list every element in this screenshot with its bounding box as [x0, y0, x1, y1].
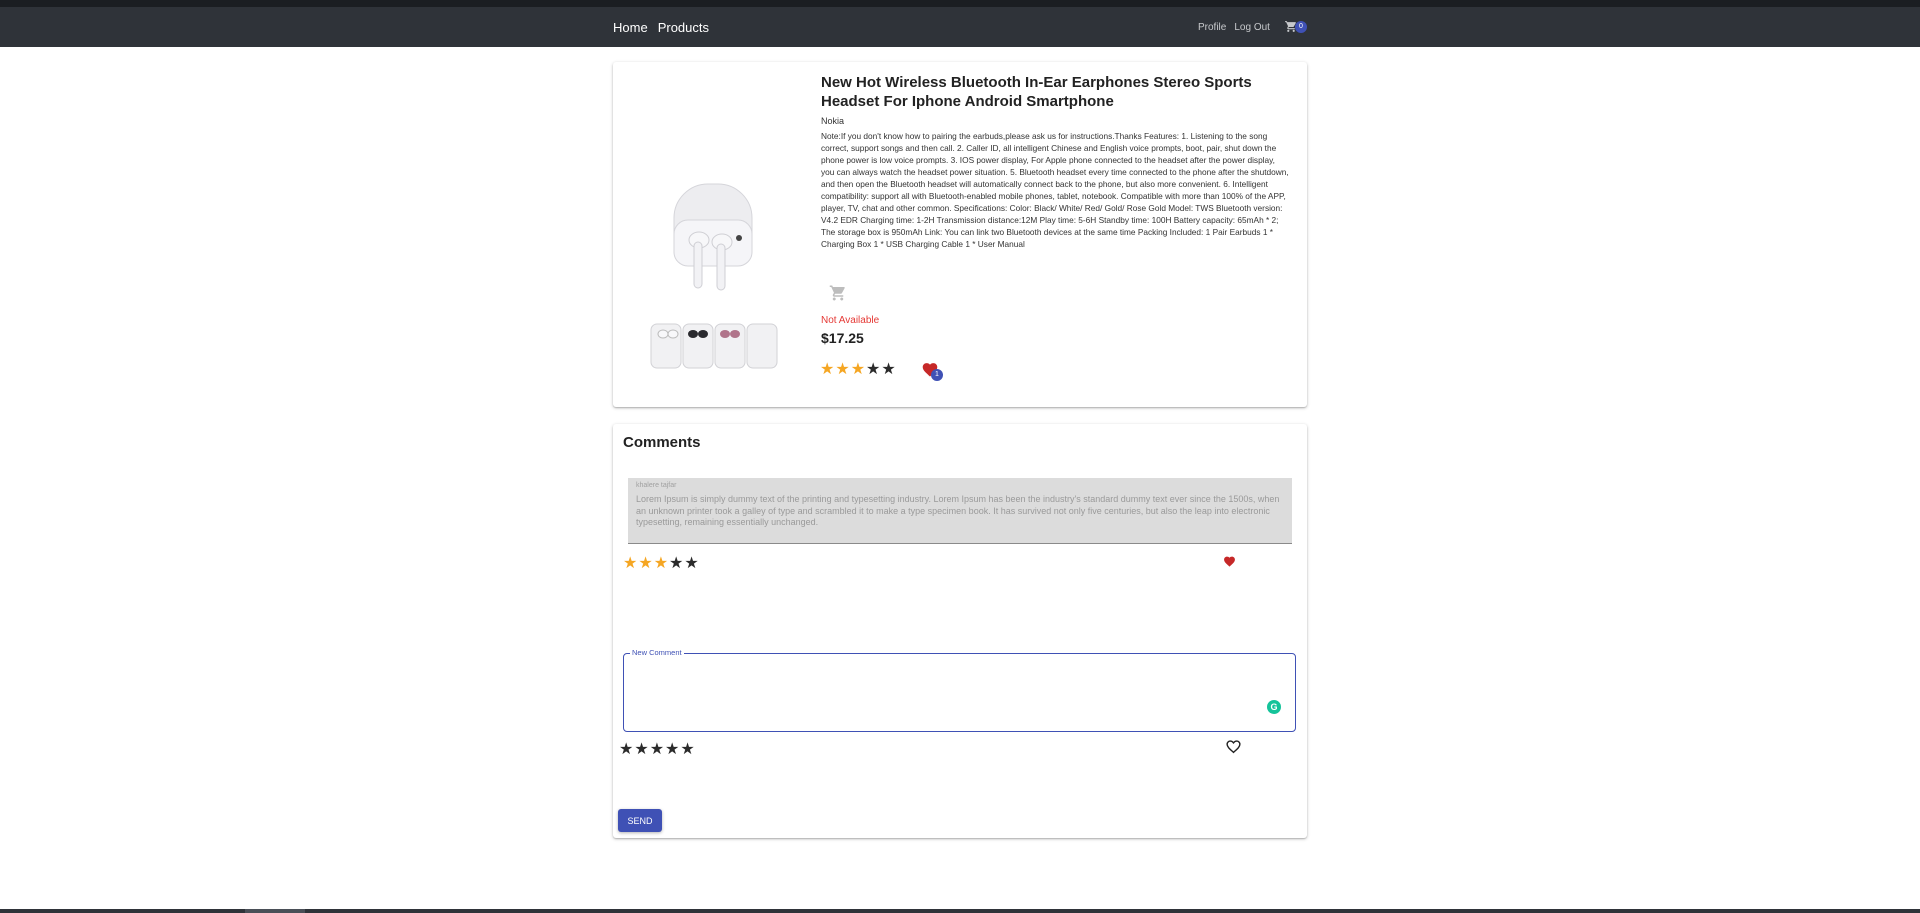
new-comment-like-button[interactable] — [1225, 738, 1242, 759]
star-icon[interactable]: ★ — [619, 742, 633, 758]
product-price: $17.25 — [821, 330, 864, 346]
star-icon: ★ — [653, 555, 669, 572]
nav-home-link[interactable]: Home — [613, 20, 648, 35]
comment-author: khalere tajfar — [636, 482, 677, 489]
nav-profile-link[interactable]: Profile — [1198, 22, 1226, 33]
nav-right: Profile Log Out 0 — [1198, 19, 1307, 35]
nav-cart-button[interactable]: 0 — [1284, 19, 1307, 35]
star-icon[interactable]: ★ — [650, 742, 664, 758]
navbar: Home Products Profile Log Out 0 — [0, 7, 1920, 47]
grammarly-icon[interactable]: G — [1267, 700, 1281, 714]
product-image — [629, 122, 803, 386]
new-comment-label: New Comment — [630, 648, 684, 657]
star-icon: ★ — [669, 555, 684, 572]
comment-item: khalere tajfar Lorem Ipsum is simply dum… — [628, 478, 1292, 544]
star-icon: ★ — [638, 555, 653, 572]
star-icon: ★ — [684, 555, 699, 572]
product-brand: Nokia — [821, 116, 845, 126]
star-icon[interactable]: ★ — [634, 742, 648, 758]
cart-icon — [829, 285, 845, 301]
product-rating[interactable]: ★ ★ ★ ★ ★ — [820, 362, 896, 378]
add-to-cart-button[interactable] — [828, 284, 848, 307]
star-icon[interactable]: ★ — [665, 742, 679, 758]
nav-left: Home Products — [613, 20, 709, 35]
comment-text: Lorem Ipsum is simply dummy text of the … — [636, 494, 1280, 527]
star-icon[interactable]: ★ — [866, 362, 880, 378]
window-top-strip — [0, 0, 1920, 7]
star-icon[interactable]: ★ — [835, 362, 849, 378]
favorite-button[interactable]: 1 — [921, 361, 945, 381]
star-icon[interactable]: ★ — [881, 362, 895, 378]
product-title: New Hot Wireless Bluetooth In-Ear Earpho… — [821, 74, 1252, 110]
star-icon[interactable]: ★ — [851, 362, 865, 378]
product-card: New Hot Wireless Bluetooth In-Ear Earpho… — [613, 62, 1307, 407]
new-comment-field: New Comment G — [623, 648, 1296, 732]
star-icon: ★ — [623, 555, 638, 572]
cart-count-badge: 0 — [1294, 21, 1307, 33]
new-comment-rating[interactable]: ★ ★ ★ ★ ★ — [619, 742, 695, 758]
heart-icon — [1224, 556, 1235, 567]
star-icon[interactable]: ★ — [820, 362, 834, 378]
comments-card: Comments khalere tajfar Lorem Ipsum is s… — [613, 424, 1307, 838]
availability-status: Not Available — [821, 315, 880, 326]
product-description: Note:If you don't know how to pairing th… — [821, 131, 1289, 249]
comment-like-icon — [1223, 554, 1236, 572]
send-button[interactable]: SEND — [618, 809, 662, 832]
nav-products-link[interactable]: Products — [658, 20, 709, 35]
window-bottom-strip — [0, 909, 1920, 913]
comment-rating: ★ ★ ★ ★ ★ — [623, 556, 699, 572]
star-icon[interactable]: ★ — [680, 742, 694, 758]
nav-logout-link[interactable]: Log Out — [1234, 22, 1270, 33]
heart-outline-icon — [1226, 740, 1241, 754]
new-comment-input[interactable] — [630, 662, 1270, 724]
favorites-count-badge: 1 — [931, 369, 943, 381]
comments-heading: Comments — [623, 434, 701, 451]
